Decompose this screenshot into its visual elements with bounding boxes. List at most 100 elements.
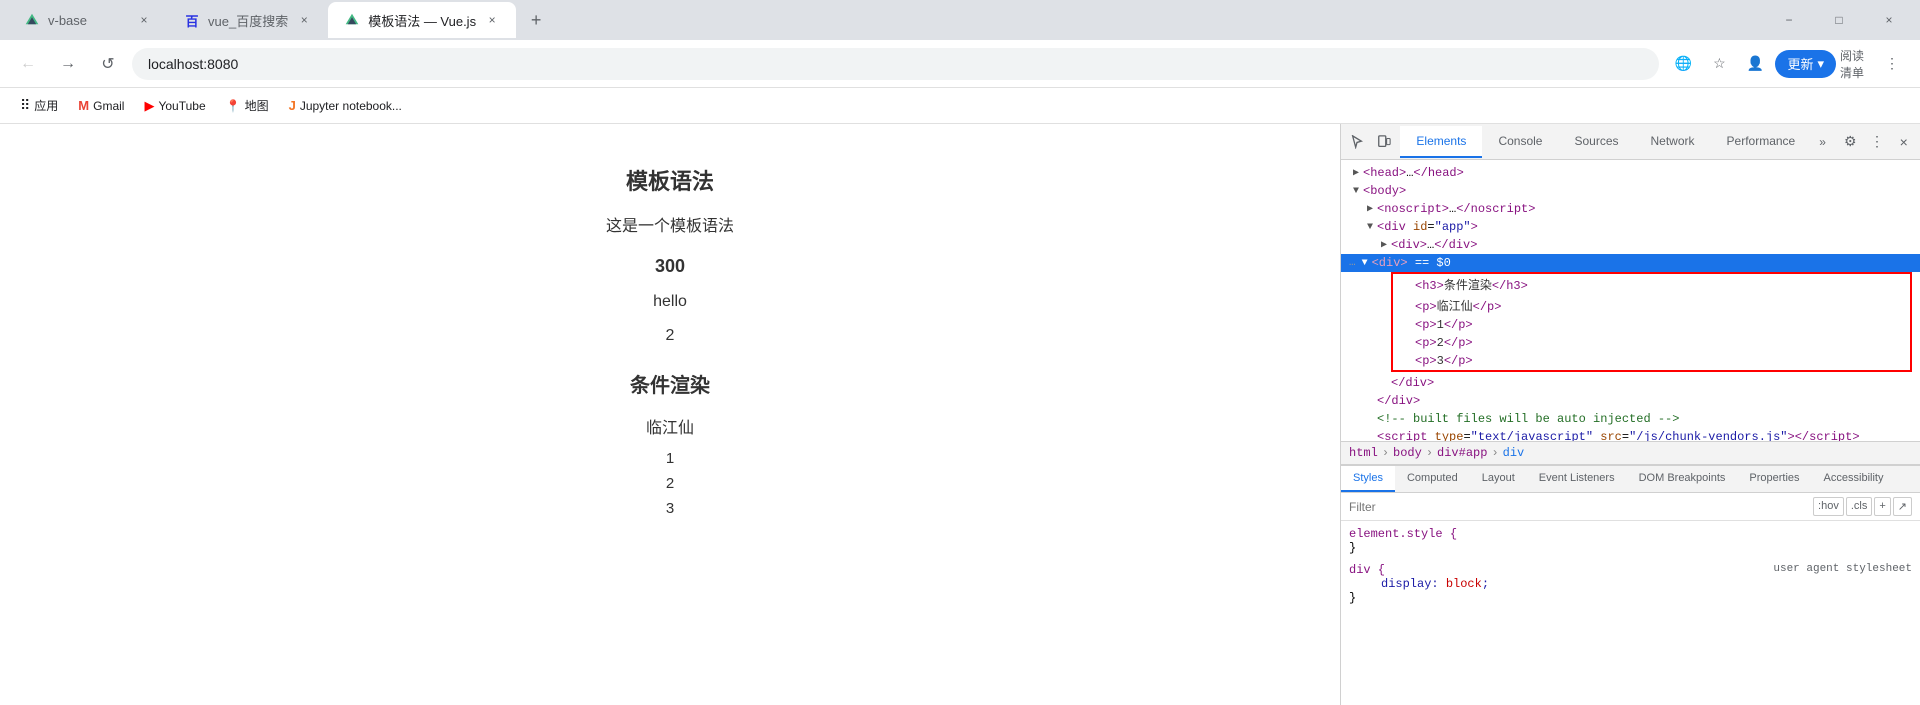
nav-bar: ← → ↺ 🌐 ☆ 👤 更新 ▾ 阅读清单 ⋮ — [0, 40, 1920, 88]
update-button[interactable]: 更新 ▾ — [1775, 50, 1836, 78]
apps-icon: ⠿ — [20, 97, 30, 114]
bookmark-jupyter[interactable]: J Jupyter notebook... — [281, 94, 410, 117]
dom-line-p-1[interactable]: <p>1</p> — [1393, 316, 1910, 334]
dom-tree: <head>…</head> <body> <noscript>…</noscr… — [1341, 160, 1920, 441]
styles-filter-input[interactable] — [1349, 500, 1809, 514]
styles-tab-accessibility[interactable]: Accessibility — [1812, 466, 1896, 492]
list-item-2: 2 — [666, 475, 674, 492]
profile-button[interactable]: 👤 — [1739, 48, 1771, 80]
element-style-open: element.style { — [1349, 527, 1912, 541]
triangle-noscript[interactable] — [1363, 203, 1377, 215]
tab-vbase-close[interactable]: × — [136, 12, 152, 28]
devtools-tab-sources[interactable]: Sources — [1558, 126, 1634, 158]
triangle-div-dots[interactable] — [1377, 239, 1391, 251]
dom-line-p-lingjianxian[interactable]: <p>临江仙</p> — [1393, 295, 1910, 316]
tab-baidu-close[interactable]: × — [296, 12, 312, 28]
dom-line-div-close[interactable]: </div> — [1341, 374, 1920, 392]
window-controls: − □ × — [1766, 4, 1912, 36]
maximize-button[interactable]: □ — [1816, 4, 1862, 36]
bookmark-youtube[interactable]: ▶ YouTube — [136, 94, 213, 118]
styles-tab-computed[interactable]: Computed — [1395, 466, 1470, 492]
breadcrumb-body[interactable]: body — [1393, 446, 1422, 460]
styles-add-button[interactable]: + — [1874, 497, 1890, 516]
devtools-more-tabs[interactable]: » — [1811, 127, 1834, 157]
dom-line-script1[interactable]: <script type="text/javascript" src="/js/… — [1341, 428, 1920, 441]
close-button[interactable]: × — [1866, 4, 1912, 36]
styles-tab-event-listeners[interactable]: Event Listeners — [1527, 466, 1627, 492]
triangle-div-app[interactable] — [1363, 222, 1377, 233]
devtools-tab-performance[interactable]: Performance — [1711, 126, 1812, 158]
styles-tab-layout[interactable]: Layout — [1470, 466, 1527, 492]
devtools-tab-console[interactable]: Console — [1482, 126, 1558, 158]
styles-tab-dom-breakpoints[interactable]: DOM Breakpoints — [1627, 466, 1738, 492]
dom-line-div-app[interactable]: <div id="app"> — [1341, 218, 1920, 236]
bookmark-maps[interactable]: 📍 地图 — [218, 93, 277, 118]
tab-vbase-title: v-base — [48, 13, 128, 28]
dom-noscript-html: <noscript>…</noscript> — [1377, 202, 1535, 216]
breadcrumb-div-app[interactable]: div#app — [1437, 446, 1487, 460]
dom-line-div-selected[interactable]: … <div> == $0 — [1341, 254, 1920, 272]
dom-line-comment[interactable]: <!-- built files will be auto injected -… — [1341, 410, 1920, 428]
devtools-toolbar: Elements Console Sources Network Perform… — [1341, 124, 1920, 160]
dom-line-div-dots[interactable]: <div>…</div> — [1341, 236, 1920, 254]
menu-button[interactable]: ⋮ — [1876, 48, 1908, 80]
breadcrumb-html[interactable]: html — [1349, 446, 1378, 460]
bookmark-gmail-label: Gmail — [93, 99, 124, 113]
styles-tab-properties[interactable]: Properties — [1737, 466, 1811, 492]
star-button[interactable]: ☆ — [1703, 48, 1735, 80]
dom-line-head[interactable]: <head>…</head> — [1341, 164, 1920, 182]
dom-line-h3[interactable]: <h3>条件渲染</h3> — [1393, 274, 1910, 295]
triangle-body[interactable] — [1349, 186, 1363, 197]
triangle-head[interactable] — [1349, 167, 1363, 179]
dom-div-close2-html: </div> — [1377, 394, 1420, 408]
style-rule1-close: } — [1349, 591, 1356, 605]
styles-cls-button[interactable]: .cls — [1846, 497, 1873, 516]
devtools-options-icon[interactable]: ⋮ — [1865, 128, 1890, 156]
tab-baidu[interactable]: 百 vue_百度搜索 × — [168, 2, 328, 38]
reading-mode-button[interactable]: 阅读清单 — [1840, 48, 1872, 80]
tab-vuejs[interactable]: 模板语法 — Vue.js × — [328, 2, 516, 38]
devtools-close-icon[interactable]: × — [1891, 128, 1916, 156]
devtools-tab-network[interactable]: Network — [1635, 126, 1711, 158]
style-rule-div-close: } — [1349, 591, 1912, 605]
dom-line-div-close2[interactable]: </div> — [1341, 392, 1920, 410]
element-style-close: } — [1349, 541, 1912, 555]
dom-line-body[interactable]: <body> — [1341, 182, 1920, 200]
devtools-cursor-icon[interactable] — [1345, 128, 1370, 156]
tab-vbase[interactable]: v-base × — [8, 2, 168, 38]
dom-div-selected-html: <div> == $0 — [1372, 256, 1451, 270]
triangle-div-selected[interactable] — [1358, 258, 1372, 269]
devtools-device-icon[interactable] — [1372, 128, 1397, 156]
back-button[interactable]: ← — [12, 48, 44, 80]
minimize-button[interactable]: − — [1766, 4, 1812, 36]
style-rule-element: element.style { } — [1349, 527, 1912, 555]
bookmark-apps[interactable]: ⠿ 应用 — [12, 93, 66, 118]
styles-tab-styles[interactable]: Styles — [1341, 466, 1395, 492]
styles-expand-button[interactable]: ↗ — [1893, 497, 1912, 516]
devtools-settings-icon[interactable]: ⚙ — [1838, 128, 1863, 156]
translate-button[interactable]: 🌐 — [1667, 48, 1699, 80]
bookmark-gmail[interactable]: M Gmail — [70, 94, 132, 117]
refresh-button[interactable]: ↺ — [92, 48, 124, 80]
devtools-tab-elements[interactable]: Elements — [1400, 126, 1482, 158]
style-rule-div-body: display: block; — [1349, 577, 1912, 591]
forward-button[interactable]: → — [52, 48, 84, 80]
breadcrumb-div[interactable]: div — [1503, 446, 1525, 460]
page-title: 模板语法 — [626, 164, 714, 196]
add-tab-button[interactable]: + — [520, 4, 552, 36]
nav-actions: 🌐 ☆ 👤 更新 ▾ 阅读清单 ⋮ — [1667, 48, 1908, 80]
style-rule-div: user agent stylesheet div { display: blo… — [1349, 563, 1912, 605]
dom-p-3-html: <p>3</p> — [1415, 354, 1473, 368]
bookmark-jupyter-label: Jupyter notebook... — [300, 99, 402, 113]
page-hello: hello — [653, 293, 687, 311]
address-bar[interactable] — [132, 48, 1659, 80]
dom-line-noscript[interactable]: <noscript>…</noscript> — [1341, 200, 1920, 218]
tab-vuejs-close[interactable]: × — [484, 12, 500, 28]
dom-line-p-3[interactable]: <p>3</p> — [1393, 352, 1910, 370]
styles-filter-actions: :hov .cls + ↗ — [1813, 497, 1912, 516]
title-bar: v-base × 百 vue_百度搜索 × 模板语法 — Vue.js × + … — [0, 0, 1920, 40]
styles-hov-button[interactable]: :hov — [1813, 497, 1844, 516]
style-element-selector: element.style { — [1349, 527, 1457, 541]
tab-vbase-favicon — [24, 12, 40, 28]
dom-line-p-2[interactable]: <p>2</p> — [1393, 334, 1910, 352]
